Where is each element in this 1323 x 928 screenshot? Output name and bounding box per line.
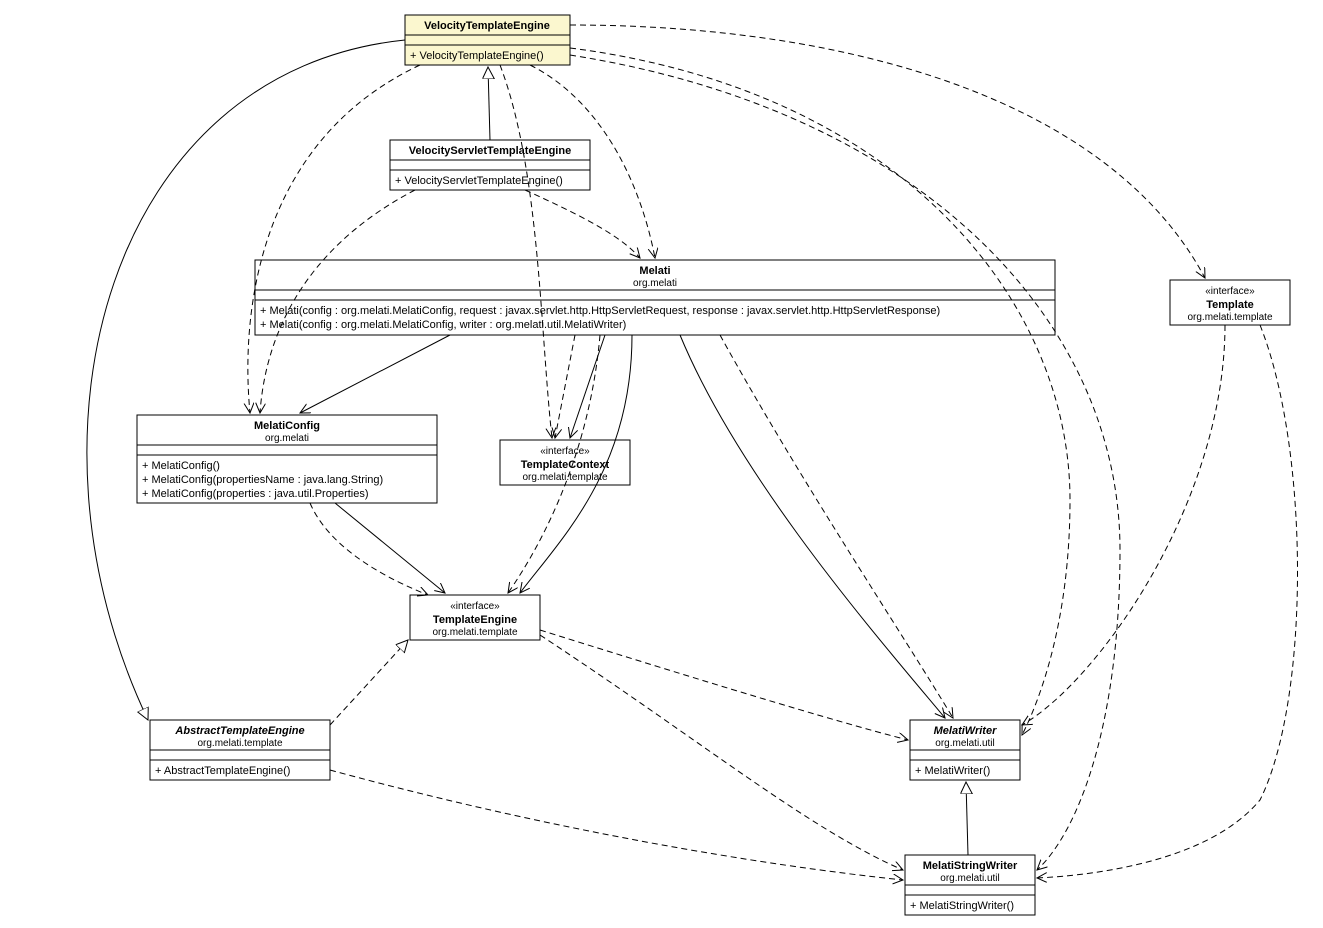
class-title: TemplateEngine (433, 614, 517, 626)
class-package: org.melati.util (940, 873, 999, 884)
edge-vte-to-melatistringwriter (570, 55, 1120, 870)
edge-template-to-melatistringwriter-long (1037, 325, 1298, 878)
class-melati-string-writer: MelatiStringWriter org.melati.util + Mel… (905, 855, 1035, 915)
edge-vste-to-melati (525, 190, 640, 258)
uml-diagram: VelocityTemplateEngine + VelocityTemplat… (0, 0, 1323, 928)
edge-msw-to-mw (966, 782, 968, 855)
edge-ate-to-melatistringwriter (330, 770, 903, 880)
class-member: + AbstractTemplateEngine() (155, 765, 290, 777)
edge-melati-to-melatiwriter (680, 335, 945, 718)
edge-vte-to-melaticonfig (248, 65, 420, 413)
class-title: VelocityServletTemplateEngine (409, 145, 571, 157)
edge-melati-to-templatecontext-dep (555, 335, 575, 438)
class-member: + Melati(config : org.melati.MelatiConfi… (260, 305, 940, 317)
class-velocity-template-engine: VelocityTemplateEngine + VelocityTemplat… (405, 15, 570, 65)
class-member: + MelatiWriter() (915, 765, 990, 777)
edge-melati-to-templatecontext (570, 335, 605, 438)
class-member: + Melati(config : org.melati.MelatiConfi… (260, 319, 626, 331)
class-package: org.melati (265, 433, 309, 444)
class-title: MelatiConfig (254, 420, 320, 432)
edge-vte-to-melatiwriter (570, 48, 1070, 735)
class-package: org.melati.template (522, 472, 607, 483)
edge-templateengine-to-melatiwriter (540, 630, 908, 740)
class-template-engine: «interface» TemplateEngine org.melati.te… (410, 595, 540, 640)
edge-melati-to-melatiwriter-dep (720, 335, 953, 718)
edge-vte-to-templatecontext (500, 65, 552, 438)
class-package: org.melati.template (432, 627, 517, 638)
class-melati-config: MelatiConfig org.melati + MelatiConfig()… (137, 415, 437, 503)
edge-templateengine-to-melatistringwriter (540, 635, 903, 870)
class-member: + MelatiConfig() (142, 460, 220, 472)
class-melati: Melati org.melati + Melati(config : org.… (255, 260, 1055, 335)
class-member: + VelocityServletTemplateEngine() (395, 175, 563, 187)
class-title: TemplateContext (521, 459, 610, 471)
edge-vte-to-template (570, 25, 1205, 278)
edge-vste-to-vte (488, 67, 490, 140)
class-title: Melati (639, 265, 670, 277)
class-velocity-servlet-template-engine: VelocityServletTemplateEngine + Velocity… (390, 140, 590, 190)
class-title: MelatiStringWriter (923, 860, 1018, 872)
class-member: + VelocityTemplateEngine() (410, 50, 544, 62)
class-member: + MelatiConfig(properties : java.util.Pr… (142, 488, 369, 500)
class-member: + MelatiConfig(propertiesName : java.lan… (142, 474, 383, 486)
class-title: Template (1206, 299, 1253, 311)
edge-melaticonfig-to-templateengine (335, 503, 445, 593)
edge-melati-to-melaticonfig (300, 335, 450, 413)
class-stereotype: «interface» (450, 601, 500, 612)
class-title: AbstractTemplateEngine (174, 725, 304, 737)
class-template: «interface» Template org.melati.template (1170, 280, 1290, 325)
class-package: org.melati.template (197, 738, 282, 749)
edge-ate-to-templateengine (330, 640, 408, 725)
class-title: MelatiWriter (934, 725, 997, 737)
class-package: org.melati.util (935, 738, 994, 749)
class-stereotype: «interface» (540, 446, 590, 457)
class-title: VelocityTemplateEngine (424, 20, 550, 32)
class-stereotype: «interface» (1205, 286, 1255, 297)
class-melati-writer: MelatiWriter org.melati.util + MelatiWri… (910, 720, 1020, 780)
edge-template-to-melatiwriter (1022, 325, 1225, 725)
edge-melaticonfig-to-templateengine-dep (310, 503, 428, 595)
class-package: org.melati (633, 278, 677, 289)
class-member: + MelatiStringWriter() (910, 900, 1014, 912)
edge-vte-to-ate (87, 40, 405, 720)
class-package: org.melati.template (1187, 312, 1272, 323)
class-template-context: «interface» TemplateContext org.melati.t… (500, 440, 630, 485)
class-abstract-template-engine: AbstractTemplateEngine org.melati.templa… (150, 720, 330, 780)
